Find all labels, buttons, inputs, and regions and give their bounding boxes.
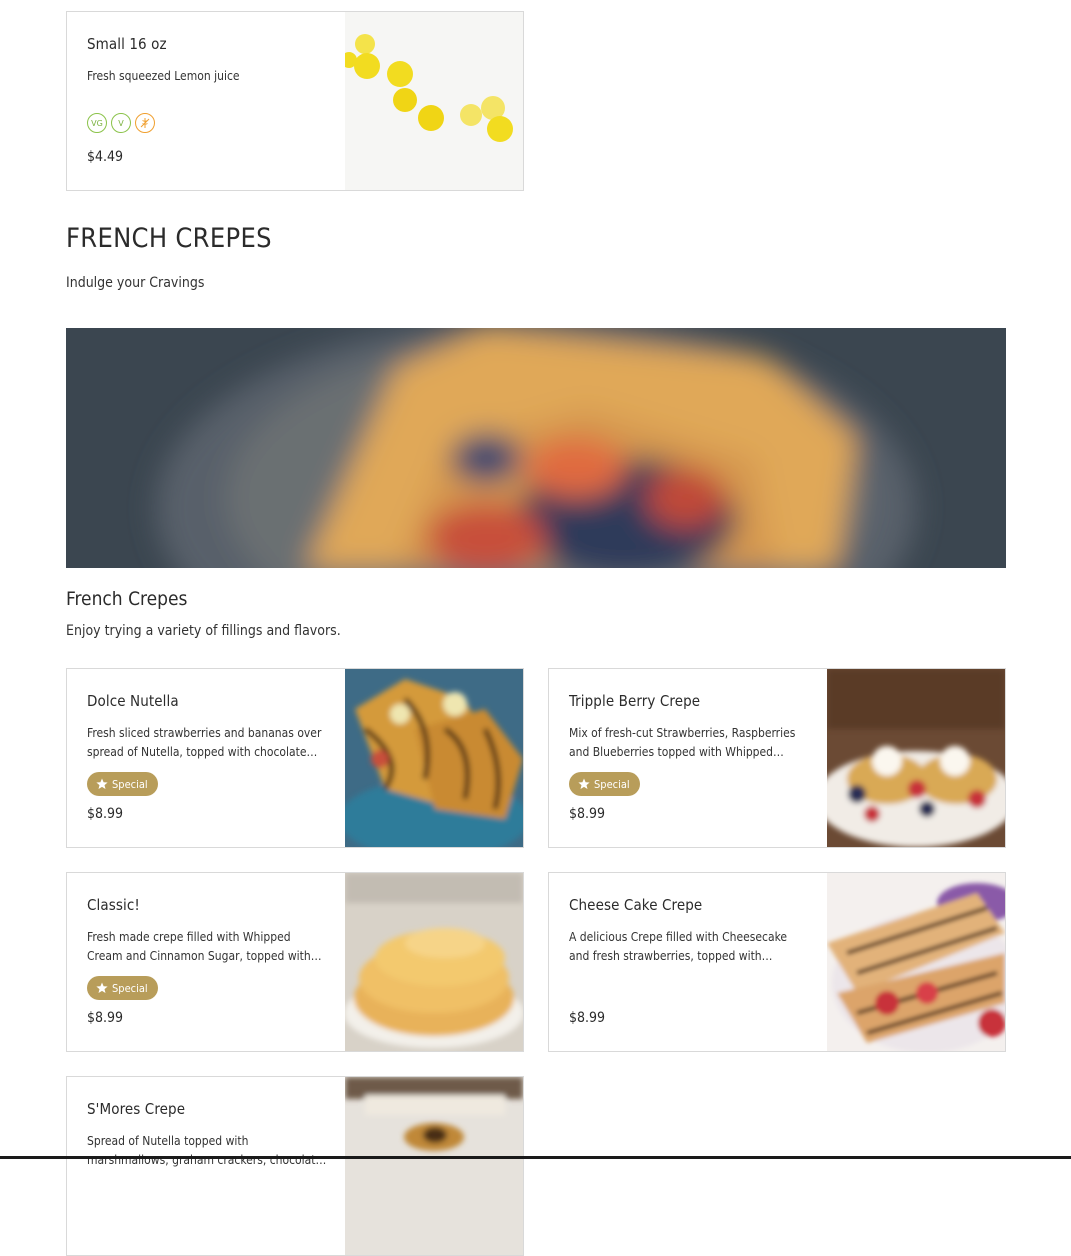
menu-item-info: Cheese Cake Crepe A delicious Crepe fill…: [569, 873, 809, 1051]
vegan-icon: VG: [87, 113, 107, 133]
menu-item-description: Fresh squeezed Lemon juice: [87, 69, 240, 83]
menu-item-info: S'Mores Crepe Spread of Nutella topped w…: [87, 1077, 327, 1255]
menu-item-title: Dolce Nutella: [87, 692, 179, 710]
smores-crepe-image: [345, 1077, 523, 1255]
menu-item-description: Spread of Nutella topped with marshmallo…: [87, 1134, 323, 1167]
badge-label: Special: [112, 981, 148, 995]
menu-item-info: Classic! Fresh made crepe filled with Wh…: [87, 873, 327, 1051]
special-badge: Special: [569, 772, 640, 796]
lemon-juice-image: [345, 12, 523, 190]
dolce-nutella-image: [345, 669, 523, 847]
tripple-berry-crepe-image: [827, 669, 1005, 847]
menu-item-card-cheese-cake-crepe[interactable]: Cheese Cake Crepe A delicious Crepe fill…: [548, 872, 1006, 1052]
category-title: French Crepes: [66, 588, 188, 610]
menu-item-card-tripple-berry-crepe[interactable]: Tripple Berry Crepe Mix of fresh-cut Str…: [548, 668, 1006, 848]
dietary-icons: VG V: [87, 113, 155, 133]
menu-item-card-smores-crepe[interactable]: S'Mores Crepe Spread of Nutella topped w…: [66, 1076, 524, 1256]
star-icon: [96, 778, 108, 789]
menu-item-price: $8.99: [569, 806, 606, 822]
star-icon: [96, 982, 108, 993]
category-subtitle: Enjoy trying a variety of fillings and f…: [66, 623, 341, 639]
menu-item-info: Dolce Nutella Fresh sliced strawberries …: [87, 669, 327, 847]
special-badge: Special: [87, 976, 158, 1000]
menu-item-price: $8.99: [569, 1010, 606, 1026]
menu-item-title: Tripple Berry Crepe: [569, 692, 701, 710]
menu-item-price: $8.99: [87, 1010, 124, 1026]
menu-item-description: Fresh sliced strawberries and bananas ov…: [87, 726, 322, 759]
french-crepes-banner-image: [66, 328, 1006, 568]
vegetarian-icon: V: [111, 113, 131, 133]
menu-item-card-dolce-nutella[interactable]: Dolce Nutella Fresh sliced strawberries …: [66, 668, 524, 848]
menu-item-info: Small 16 oz Fresh squeezed Lemon juice V…: [87, 12, 327, 190]
classic-crepe-image: [345, 873, 523, 1051]
menu-item-price: $4.49: [87, 149, 124, 165]
menu-item-description: Fresh made crepe filled with Whipped Cre…: [87, 930, 311, 963]
menu-item-title: Cheese Cake Crepe: [569, 896, 703, 914]
special-badge: Special: [87, 772, 158, 796]
star-icon: [578, 778, 590, 789]
section-title: FRENCH CREPES: [66, 223, 272, 254]
badge-label: Special: [112, 777, 148, 791]
menu-item-card-classic[interactable]: Classic! Fresh made crepe filled with Wh…: [66, 872, 524, 1052]
badge-label: Special: [594, 777, 630, 791]
menu-item-card-lemon-juice[interactable]: Small 16 oz Fresh squeezed Lemon juice V…: [66, 11, 524, 191]
menu-item-title: S'Mores Crepe: [87, 1100, 186, 1118]
menu-item-info: Tripple Berry Crepe Mix of fresh-cut Str…: [569, 669, 809, 847]
menu-item-price: $8.99: [87, 806, 124, 822]
menu-item-title: Small 16 oz: [87, 35, 167, 53]
section-subtitle: Indulge your Cravings: [66, 275, 205, 291]
menu-item-title: Classic!: [87, 896, 140, 914]
gluten-free-icon: [135, 113, 155, 133]
menu-item-description: Mix of fresh-cut Strawberries, Raspberri…: [569, 726, 796, 759]
cheese-cake-crepe-image: [827, 873, 1005, 1051]
menu-item-description: A delicious Crepe filled with Cheesecake…: [569, 930, 788, 963]
